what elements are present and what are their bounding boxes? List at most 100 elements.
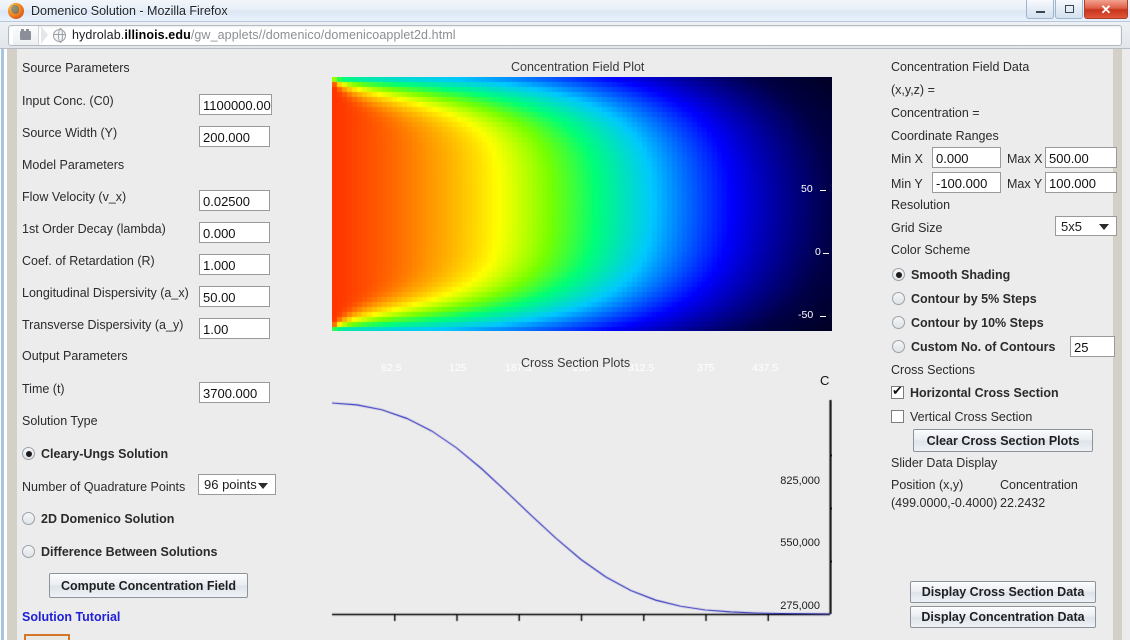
minimize-button[interactable] bbox=[1026, 0, 1054, 19]
min-y-label: Min Y bbox=[891, 177, 923, 191]
radio-custom-contours-label: Custom No. of Contours bbox=[911, 340, 1056, 354]
resolution-heading: Resolution bbox=[891, 198, 951, 212]
grid-size-value: 5x5 bbox=[1061, 218, 1082, 234]
cross-sections-heading: Cross Sections bbox=[891, 363, 976, 377]
field-ytick-mark-50 bbox=[820, 190, 826, 191]
field-ytick-mark-neg50 bbox=[820, 316, 826, 317]
quadrature-points-label: Number of Quadrature Points bbox=[22, 480, 186, 494]
vertical-cross-section-label: Vertical Cross Section bbox=[910, 410, 1033, 424]
bottom-accent-box bbox=[24, 634, 70, 640]
trans-dispersivity-field[interactable]: 1.00 bbox=[199, 318, 270, 339]
flow-velocity-field[interactable]: 0.02500 bbox=[199, 190, 270, 211]
display-cross-section-data-button[interactable]: Display Cross Section Data bbox=[910, 581, 1096, 603]
field-plot-title: Concentration Field Plot bbox=[511, 60, 645, 74]
radio-cleary-ungs-label: Cleary-Ungs Solution bbox=[41, 447, 169, 461]
display-concentration-data-button[interactable]: Display Concentration Data bbox=[910, 606, 1096, 628]
concentration-value: 22.2432 bbox=[1000, 496, 1046, 510]
cross-section-canvas[interactable] bbox=[330, 362, 832, 640]
radio-contour-5-label: Contour by 5% Steps bbox=[911, 292, 1037, 306]
output-parameters-heading: Output Parameters bbox=[22, 349, 128, 363]
max-x-label: Max X bbox=[1007, 152, 1043, 166]
radio-contour-10-label: Contour by 10% Steps bbox=[911, 316, 1044, 330]
close-button[interactable]: ✕ bbox=[1084, 0, 1128, 19]
min-y-field[interactable]: -100.000 bbox=[932, 172, 1001, 193]
retardation-field[interactable]: 1.000 bbox=[199, 254, 270, 275]
concentration-label: Concentration = bbox=[891, 106, 980, 120]
solution-tutorial-link[interactable]: Solution Tutorial bbox=[22, 610, 120, 624]
radio-2d-domenico-label: 2D Domenico Solution bbox=[41, 512, 175, 526]
clear-cross-section-plots-button[interactable]: Clear Cross Section Plots bbox=[913, 429, 1093, 452]
long-dispersivity-field[interactable]: 50.00 bbox=[199, 286, 270, 307]
input-conc-field[interactable]: 1100000.00 bbox=[199, 94, 272, 115]
position-header: Position (x,y) bbox=[891, 478, 964, 492]
max-y-field[interactable]: 100.000 bbox=[1045, 172, 1117, 193]
firefox-logo-icon bbox=[8, 2, 24, 19]
window-title: Domenico Solution - Mozilla Firefox bbox=[31, 3, 228, 18]
grid-size-label: Grid Size bbox=[891, 221, 943, 235]
decay-label: 1st Order Decay (lambda) bbox=[22, 222, 166, 236]
time-label: Time (t) bbox=[22, 382, 65, 396]
checkbox-vertical-cross-section[interactable] bbox=[891, 410, 904, 423]
xyz-label: (x,y,z) = bbox=[891, 83, 935, 97]
cross-section-plot[interactable] bbox=[330, 362, 832, 640]
flow-velocity-label: Flow Velocity (v_x) bbox=[22, 190, 127, 204]
field-ytick-0: 0 bbox=[815, 246, 821, 258]
decay-field[interactable]: 0.000 bbox=[199, 222, 270, 243]
max-x-field[interactable]: 500.00 bbox=[1045, 147, 1117, 168]
window-controls: ✕ bbox=[1026, 0, 1128, 19]
coordinate-ranges-heading: Coordinate Ranges bbox=[891, 129, 999, 143]
maximize-button[interactable] bbox=[1055, 0, 1083, 19]
position-value: (499.0000,-0.4000) bbox=[891, 496, 998, 510]
source-width-field[interactable]: 200.000 bbox=[199, 126, 270, 147]
radio-smooth-shading[interactable] bbox=[892, 268, 905, 281]
long-dispersivity-label: Longitudinal Dispersivity (a_x) bbox=[22, 286, 189, 300]
input-conc-label: Input Conc. (C0) bbox=[22, 94, 114, 108]
chevron-down-icon bbox=[258, 482, 268, 489]
left-edge-gutter bbox=[7, 49, 17, 640]
grid-size-select[interactable]: 5x5 bbox=[1055, 216, 1117, 236]
site-identity-chip[interactable] bbox=[13, 25, 39, 45]
radio-smooth-shading-label: Smooth Shading bbox=[911, 268, 1011, 282]
compute-concentration-field-button[interactable]: Compute Concentration Field bbox=[49, 573, 248, 598]
close-icon: ✕ bbox=[1100, 1, 1112, 17]
field-ytick-neg50: -50 bbox=[798, 309, 814, 321]
concentration-field-plot[interactable] bbox=[332, 77, 832, 331]
slider-data-display-heading: Slider Data Display bbox=[891, 456, 998, 470]
custom-contours-field[interactable]: 25 bbox=[1070, 336, 1115, 357]
url-path: /gw_applets//domenico/domenicoapplet2d.h… bbox=[190, 28, 456, 42]
time-field[interactable]: 3700.000 bbox=[199, 382, 270, 403]
min-x-field[interactable]: 0.000 bbox=[932, 147, 1001, 168]
left-edge-accent bbox=[0, 49, 7, 640]
horizontal-cross-section-label: Horizontal Cross Section bbox=[910, 386, 1059, 400]
xs-ytick-2: 550,000 bbox=[780, 537, 820, 549]
source-width-label: Source Width (Y) bbox=[22, 126, 118, 140]
checkbox-horizontal-cross-section[interactable] bbox=[891, 384, 904, 399]
radio-difference[interactable] bbox=[22, 545, 35, 558]
applet-area: Source Parameters Input Conc. (C0) 11000… bbox=[0, 49, 1130, 640]
model-parameters-heading: Model Parameters bbox=[22, 158, 125, 172]
quadrature-points-select[interactable]: 96 points bbox=[198, 474, 276, 495]
firefox-window: Domenico Solution - Mozilla Firefox ✕ hy… bbox=[0, 0, 1130, 640]
url-bar[interactable]: hydrolab.illinois.edu/gw_applets//domeni… bbox=[8, 24, 1122, 46]
field-ytick-mark-0 bbox=[823, 253, 829, 254]
concentration-field-canvas[interactable] bbox=[332, 77, 832, 331]
xs-ytick-1: 825,000 bbox=[780, 475, 820, 487]
radio-contour-5[interactable] bbox=[892, 292, 905, 305]
radio-custom-contours[interactable] bbox=[892, 340, 905, 353]
radio-2d-domenico[interactable] bbox=[22, 512, 35, 525]
minimize-icon bbox=[1035, 10, 1045, 13]
solution-type-heading: Solution Type bbox=[22, 414, 98, 428]
globe-icon bbox=[52, 28, 66, 44]
radio-cleary-ungs[interactable] bbox=[22, 447, 35, 460]
right-outer-margin bbox=[1122, 49, 1130, 640]
chip-arrow-icon bbox=[41, 26, 48, 44]
radio-difference-label: Difference Between Solutions bbox=[41, 545, 218, 559]
concentration-header: Concentration bbox=[1000, 478, 1078, 492]
chevron-down-icon bbox=[1099, 224, 1109, 230]
url-host-prefix: hydrolab. bbox=[72, 28, 125, 42]
field-ytick-50: 50 bbox=[801, 183, 813, 195]
radio-contour-10[interactable] bbox=[892, 316, 905, 329]
navigation-toolbar: hydrolab.illinois.edu/gw_applets//domeni… bbox=[0, 22, 1130, 49]
concentration-field-data-heading: Concentration Field Data bbox=[891, 60, 1030, 74]
min-x-label: Min X bbox=[891, 152, 923, 166]
